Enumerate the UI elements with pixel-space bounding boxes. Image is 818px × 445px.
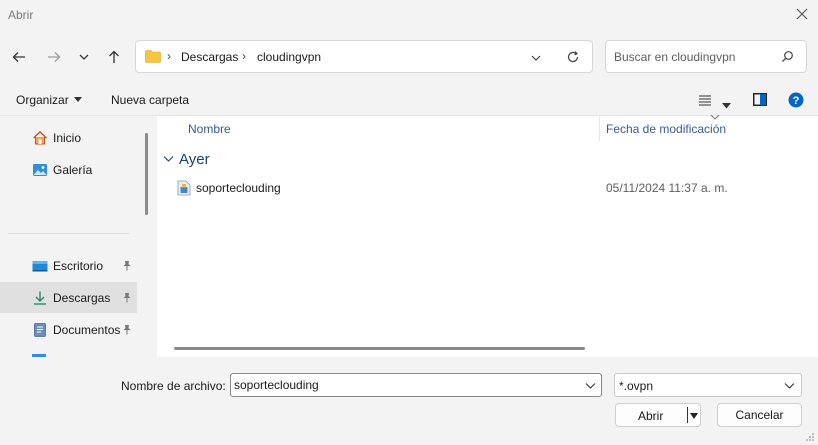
chevron-down-icon[interactable] [530,52,542,64]
sidebar-item-home[interactable]: Inicio [0,122,137,153]
table-row[interactable]: soporteclouding 05/11/2024 11:37 a. m. [157,176,818,200]
navigation-bar: › Descargas › cloudingvpn [0,30,818,84]
config-file-icon [177,180,191,196]
sidebar-item-label: Documentos [53,323,121,337]
chevron-down-icon[interactable] [784,382,795,390]
view-dropdown-caret-icon[interactable] [722,98,731,112]
pin-icon[interactable] [122,324,132,335]
up-arrow-icon[interactable] [104,47,124,67]
pin-icon[interactable] [122,260,132,271]
file-list[interactable]: Nombre Fecha de modificación Ayer soport… [157,114,818,357]
search-icon[interactable] [781,50,794,63]
open-button[interactable]: Abrir [615,403,701,427]
home-icon [33,131,47,145]
downloads-icon [34,291,46,305]
file-name[interactable]: soporteclouding [196,181,281,195]
sidebar-divider [8,233,129,234]
file-modified-date: 05/11/2024 11:37 a. m. [606,181,728,195]
sidebar-item-partial[interactable] [0,346,137,357]
sidebar-item-desktop[interactable]: Escritorio [0,250,137,281]
breadcrumb-downloads[interactable]: Descargas [181,50,238,64]
chevron-down-icon[interactable] [585,382,596,390]
sidebar-item-label: Descargas [53,291,111,305]
search-box[interactable] [605,40,807,73]
breadcrumb-cloudingvpn[interactable]: cloudingvpn [257,50,321,64]
desktop-icon [32,261,48,272]
pin-icon[interactable] [122,292,132,303]
group-label: Ayer [179,151,210,168]
sidebar-item-documents[interactable]: Documentos [0,314,137,345]
folder-icon [145,50,161,63]
column-header-name[interactable]: Nombre [188,122,231,136]
refresh-icon[interactable] [566,50,580,64]
organize-label: Organizar [16,93,69,107]
preview-pane-icon[interactable] [753,93,767,109]
view-options-icon[interactable] [698,94,712,109]
dialog-footer: Nombre de archivo: *.ovpn Abrir Cancelar [0,357,818,445]
recent-locations-chevron-icon[interactable] [74,47,94,67]
filename-combobox[interactable] [230,373,602,397]
navigation-pane: Inicio Galería Escritorio Descargas Docu… [0,116,156,357]
close-icon[interactable] [794,6,810,22]
caret-down-icon [73,97,82,102]
breadcrumb-separator: › [167,49,171,63]
address-bar[interactable]: › Descargas › cloudingvpn [135,40,593,73]
filetype-value: *.ovpn [619,379,654,393]
back-arrow-icon[interactable] [9,47,29,67]
organize-menu-button[interactable]: Organizar [16,93,82,107]
cancel-button[interactable]: Cancelar [717,403,802,427]
open-button-label: Abrir [638,409,664,423]
sidebar-item-gallery[interactable]: Galería [0,154,137,185]
sidebar-item-label: Inicio [53,131,82,145]
sidebar-item-downloads[interactable]: Descargas [0,282,137,313]
window-title: Abrir [8,8,34,22]
column-divider[interactable] [599,117,600,141]
documents-icon [34,323,46,337]
command-bar: Organizar Nueva carpeta ? [0,84,818,116]
filename-field[interactable] [234,378,574,392]
sort-chevron-icon [710,114,720,120]
new-folder-button[interactable]: Nueva carpeta [111,93,189,107]
search-input[interactable] [614,48,774,66]
forward-arrow-icon[interactable] [44,47,64,67]
filename-label: Nombre de archivo: [121,379,226,393]
column-header-modified[interactable]: Fecha de modificación [606,122,726,136]
sidebar-item-label: Escritorio [53,259,104,273]
horizontal-scrollbar[interactable] [174,347,585,350]
sidebar-item-label: Galería [53,163,93,177]
filetype-select[interactable]: *.ovpn [614,373,802,397]
title-bar: Abrir [0,0,818,30]
split-divider [687,407,688,423]
breadcrumb-separator: › [242,49,246,63]
caret-down-icon[interactable] [690,413,698,419]
help-icon[interactable]: ? [788,92,804,111]
svg-text:?: ? [793,95,800,107]
sidebar-scrollbar[interactable] [145,133,148,215]
gallery-icon [33,164,47,176]
chevron-down-icon[interactable] [163,155,174,163]
resize-grip-icon[interactable] [805,432,815,442]
